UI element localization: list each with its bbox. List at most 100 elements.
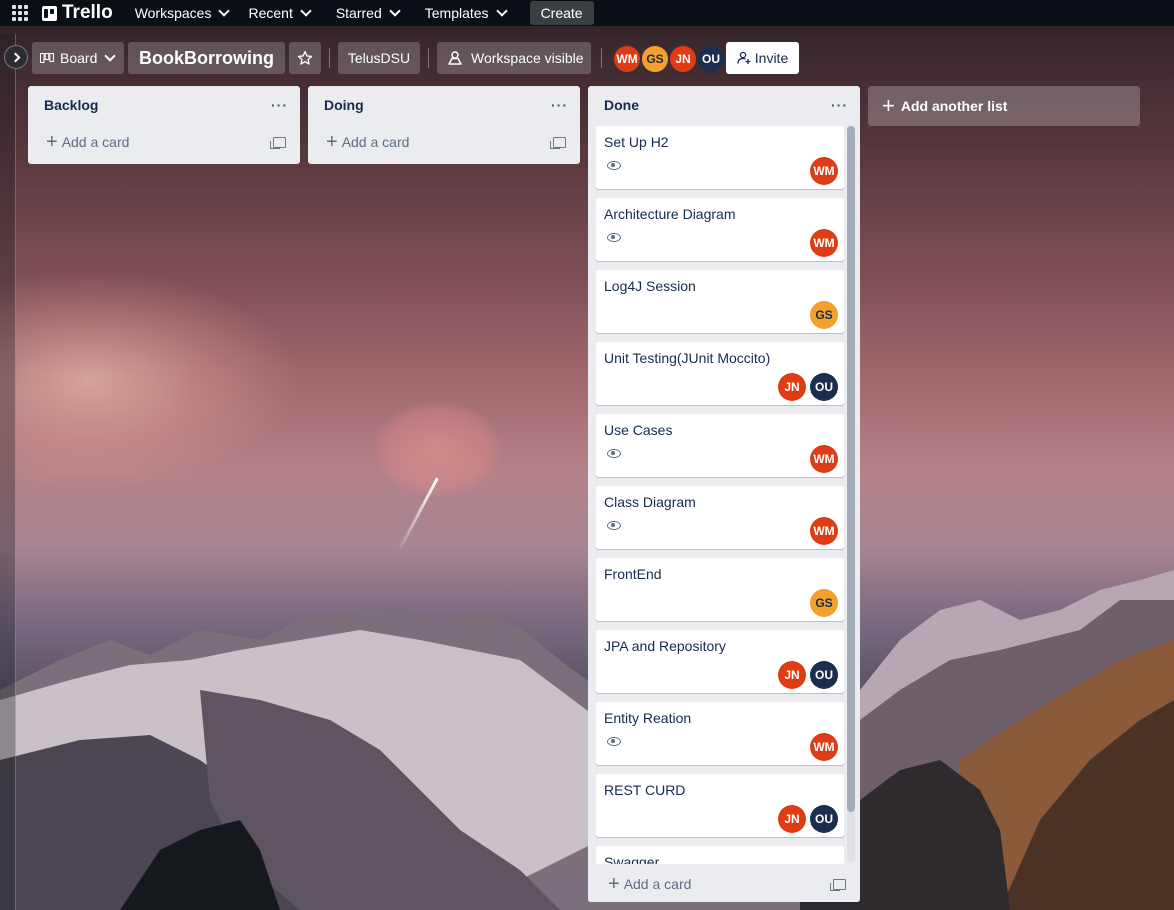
card[interactable]: Entity Reation WM <box>596 702 844 765</box>
top-navigation: Trello Workspaces Recent Starred Templat… <box>0 0 1174 26</box>
workspace-button[interactable]: TelusDSU <box>338 42 420 74</box>
nav-templates[interactable]: Templates <box>425 5 508 21</box>
avatar[interactable]: OU <box>810 805 838 833</box>
avatar[interactable]: OU <box>696 44 726 74</box>
avatar[interactable]: WM <box>810 229 838 257</box>
eye-icon <box>607 737 621 746</box>
card-title: Use Cases <box>604 422 673 438</box>
list-title[interactable]: Doing <box>324 97 364 113</box>
board-view-icon <box>40 53 54 63</box>
visibility-button[interactable]: Workspace visible <box>437 42 591 74</box>
avatar[interactable]: WM <box>810 733 838 761</box>
board-members: WM GS JN OU <box>612 44 726 74</box>
card-container: Set Up H2 WM Architecture Diagram WM Log… <box>596 126 844 864</box>
header-divider <box>601 48 602 68</box>
expand-sidebar-button[interactable] <box>4 45 28 69</box>
card-title: Set Up H2 <box>604 134 669 150</box>
create-button[interactable]: Create <box>529 1 594 25</box>
avatar[interactable]: JN <box>668 44 698 74</box>
add-card-row: + Add a card <box>588 866 860 902</box>
card[interactable]: REST CURD JN OU <box>596 774 844 837</box>
scrollbar-thumb[interactable] <box>847 126 855 812</box>
nav-workspaces-label: Workspaces <box>134 5 212 21</box>
trello-logo-icon <box>42 5 57 21</box>
board-view-label: Board <box>60 50 98 66</box>
avatar[interactable]: GS <box>810 301 838 329</box>
people-icon <box>448 51 462 65</box>
card[interactable]: Class Diagram WM <box>596 486 844 549</box>
template-icon[interactable] <box>270 136 286 149</box>
add-card-button[interactable]: + Add a card <box>46 131 130 153</box>
avatar[interactable]: GS <box>640 44 670 74</box>
avatar[interactable]: JN <box>778 805 806 833</box>
star-icon <box>297 51 313 65</box>
avatar[interactable]: WM <box>810 445 838 473</box>
apps-grid-icon[interactable] <box>12 5 28 21</box>
nav-starred[interactable]: Starred <box>336 5 401 21</box>
trello-logo[interactable]: Trello <box>42 2 113 24</box>
card[interactable]: FrontEnd GS <box>596 558 844 621</box>
chevron-down-icon <box>300 5 312 17</box>
card[interactable]: Unit Testing(JUnit Moccito) JN OU <box>596 342 844 405</box>
more-dots-icon[interactable]: ··· <box>551 97 568 113</box>
list-header: Backlog ··· <box>28 86 300 124</box>
chevron-right-icon <box>10 52 20 62</box>
plus-icon: + <box>46 131 58 153</box>
avatar[interactable]: JN <box>778 373 806 401</box>
avatar[interactable]: JN <box>778 661 806 689</box>
more-dots-icon[interactable]: ··· <box>831 97 848 113</box>
star-board-button[interactable] <box>289 42 321 74</box>
card-title: REST CURD <box>604 782 686 798</box>
card-title: Entity Reation <box>604 710 692 726</box>
board-view-switcher[interactable]: Board <box>32 42 124 74</box>
eye-icon <box>607 521 621 530</box>
nav-recent[interactable]: Recent <box>248 5 312 21</box>
avatar[interactable]: WM <box>612 44 642 74</box>
invite-button[interactable]: Invite <box>726 42 799 74</box>
card-title: JPA and Repository <box>604 638 726 654</box>
list-done: Done ··· Set Up H2 WM Architecture Diagr… <box>588 86 860 902</box>
avatar[interactable]: OU <box>810 373 838 401</box>
more-dots-icon[interactable]: ··· <box>271 97 288 113</box>
avatar[interactable]: OU <box>810 661 838 689</box>
card[interactable]: Swagger <box>596 846 844 864</box>
card-members: WM <box>810 445 838 473</box>
template-icon[interactable] <box>830 878 846 891</box>
list-title[interactable]: Done <box>604 97 639 113</box>
add-card-label: Add a card <box>341 134 410 150</box>
list-backlog: Backlog ··· + Add a card <box>28 86 300 164</box>
card-title: Log4J Session <box>604 278 696 294</box>
add-list-button[interactable]: + Add another list <box>868 86 1140 126</box>
card[interactable]: Use Cases WM <box>596 414 844 477</box>
list-header: Doing ··· <box>308 86 580 124</box>
avatar[interactable]: GS <box>810 589 838 617</box>
card-title: Class Diagram <box>604 494 696 510</box>
add-card-label: Add a card <box>61 134 130 150</box>
add-card-button[interactable]: + Add a card <box>608 874 691 894</box>
list-header: Done ··· <box>588 86 860 124</box>
plus-icon: + <box>326 131 338 153</box>
card-members: JN OU <box>778 661 838 689</box>
add-card-row: + Add a card <box>308 124 580 160</box>
eye-icon <box>607 161 621 170</box>
template-icon[interactable] <box>550 136 566 149</box>
card-members: WM <box>810 517 838 545</box>
list-title[interactable]: Backlog <box>44 97 98 113</box>
avatar[interactable]: WM <box>810 517 838 545</box>
card-title: Swagger <box>604 854 660 864</box>
card[interactable]: JPA and Repository JN OU <box>596 630 844 693</box>
chevron-down-icon <box>104 50 117 62</box>
card[interactable]: Architecture Diagram WM <box>596 198 844 261</box>
card[interactable]: Log4J Session GS <box>596 270 844 333</box>
board-title[interactable]: BookBorrowing <box>128 42 285 74</box>
avatar[interactable]: WM <box>810 157 838 185</box>
card-members: GS <box>810 301 838 329</box>
card-title: FrontEnd <box>604 566 662 582</box>
card-title: Architecture Diagram <box>604 206 736 222</box>
add-person-icon <box>737 51 751 64</box>
list-scrollbar[interactable] <box>847 126 855 862</box>
list-doing: Doing ··· + Add a card <box>308 86 580 164</box>
nav-workspaces[interactable]: Workspaces <box>134 5 231 21</box>
card[interactable]: Set Up H2 WM <box>596 126 844 189</box>
add-card-button[interactable]: + Add a card <box>326 131 410 153</box>
